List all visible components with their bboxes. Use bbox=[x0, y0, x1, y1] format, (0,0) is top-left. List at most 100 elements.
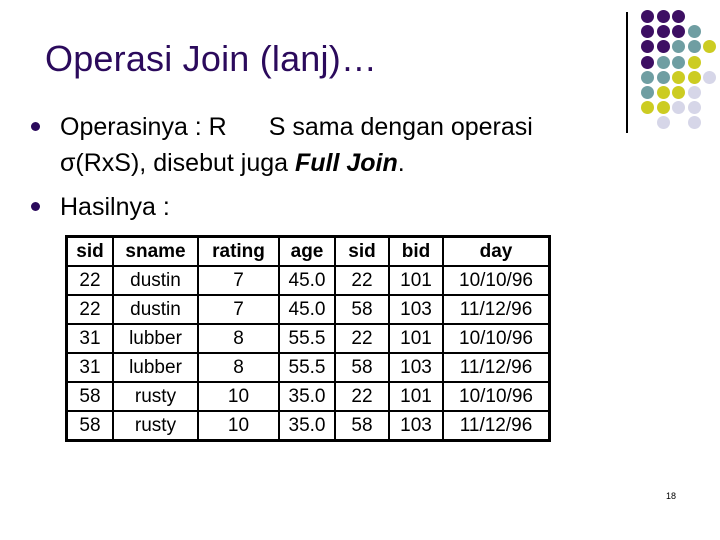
cell-sid-2: 22 bbox=[334, 381, 390, 412]
decor-dot-purple bbox=[641, 55, 654, 69]
table-row: 31 lubber 8 55.5 22 101 10/10/96 bbox=[65, 323, 551, 354]
decor-dot-yellow bbox=[672, 70, 685, 84]
decor-dot-teal bbox=[672, 55, 685, 69]
decor-dot-purple bbox=[641, 40, 654, 54]
cell-sname: dustin bbox=[112, 294, 199, 325]
decor-dot-purple bbox=[656, 40, 670, 54]
decor-dot-purple bbox=[672, 10, 685, 23]
decor-dot-purple bbox=[641, 10, 654, 23]
decor-dot-purple bbox=[656, 25, 670, 39]
bullet-1-line-2: σ(RxS), disebut juga Full Join. bbox=[60, 148, 405, 178]
cell-rating: 8 bbox=[197, 323, 280, 354]
result-table: sid sname rating age sid bid day 22 dusti… bbox=[65, 235, 551, 442]
decor-dot-lavender bbox=[703, 70, 716, 84]
header-age: age bbox=[278, 235, 336, 267]
cell-sid: 31 bbox=[65, 352, 114, 383]
decor-dot-purple bbox=[656, 10, 670, 23]
decorative-vertical-line bbox=[626, 12, 628, 133]
decor-dot-lavender bbox=[687, 101, 701, 115]
page-number: 18 bbox=[666, 491, 677, 501]
decor-dot-yellow bbox=[687, 70, 701, 84]
header-bid: bid bbox=[388, 235, 444, 267]
cell-bid: 101 bbox=[388, 265, 444, 296]
slide-title: Operasi Join (lanj)… bbox=[45, 38, 378, 79]
cell-sid-2: 22 bbox=[334, 265, 390, 296]
cell-day: 10/10/96 bbox=[442, 381, 551, 412]
decor-dot-yellow bbox=[687, 55, 701, 69]
table-row: 22 dustin 7 45.0 22 101 10/10/96 bbox=[65, 265, 551, 296]
cell-rating: 7 bbox=[197, 265, 280, 296]
decor-dot-lavender bbox=[656, 116, 670, 130]
cell-bid: 101 bbox=[388, 323, 444, 354]
decor-dot-yellow bbox=[641, 101, 654, 115]
cell-sname: lubber bbox=[112, 323, 199, 354]
cell-sname: rusty bbox=[112, 381, 199, 412]
header-rating: rating bbox=[197, 235, 280, 267]
decor-dot-purple bbox=[672, 25, 685, 39]
table-row: 58 rusty 10 35.0 22 101 10/10/96 bbox=[65, 381, 551, 412]
bullet-1-line2-post: . bbox=[397, 149, 405, 177]
decor-dot-teal bbox=[672, 40, 685, 54]
cell-bid: 103 bbox=[388, 410, 444, 442]
cell-age: 45.0 bbox=[278, 265, 336, 296]
bullet-dot-icon bbox=[31, 202, 40, 211]
cell-rating: 7 bbox=[197, 294, 280, 325]
table-row: 31 lubber 8 55.5 58 103 11/12/96 bbox=[65, 352, 551, 383]
cell-sid: 58 bbox=[65, 410, 114, 442]
cell-age: 45.0 bbox=[278, 294, 336, 325]
decor-dot-yellow bbox=[656, 101, 670, 115]
decor-dot-yellow bbox=[656, 86, 670, 99]
decor-dot-purple bbox=[641, 25, 654, 39]
cell-rating: 10 bbox=[197, 381, 280, 412]
cell-day: 11/12/96 bbox=[442, 294, 551, 325]
cell-sname: lubber bbox=[112, 352, 199, 383]
cell-bid: 103 bbox=[388, 294, 444, 325]
cell-sid-2: 58 bbox=[334, 410, 390, 442]
decor-dot-teal bbox=[656, 55, 670, 69]
cell-bid: 101 bbox=[388, 381, 444, 412]
bullet-1-line2-pre: σ(RxS), disebut juga bbox=[60, 149, 295, 177]
table-row: 22 dustin 7 45.0 58 103 11/12/96 bbox=[65, 294, 551, 325]
header-sid: sid bbox=[65, 235, 114, 267]
cell-sid: 58 bbox=[65, 381, 114, 412]
cell-age: 35.0 bbox=[278, 410, 336, 442]
decor-dot-teal bbox=[687, 25, 701, 39]
bullet-1-text-pre: Operasinya : R bbox=[60, 113, 227, 141]
cell-day: 11/12/96 bbox=[442, 352, 551, 383]
bullet-2-text: Hasilnya : bbox=[60, 193, 170, 221]
cell-rating: 8 bbox=[197, 352, 280, 383]
decor-dot-lavender bbox=[687, 116, 701, 130]
table-row: 58 rusty 10 35.0 58 103 11/12/96 bbox=[65, 410, 551, 442]
cell-sid-2: 58 bbox=[334, 352, 390, 383]
cell-age: 55.5 bbox=[278, 323, 336, 354]
cell-sid: 31 bbox=[65, 323, 114, 354]
decor-dot-lavender bbox=[672, 101, 685, 115]
cell-age: 35.0 bbox=[278, 381, 336, 412]
cell-rating: 10 bbox=[197, 410, 280, 442]
cell-day: 10/10/96 bbox=[442, 265, 551, 296]
bullet-1-text-post: S sama dengan operasi bbox=[268, 113, 533, 141]
decor-dot-teal bbox=[641, 86, 654, 99]
bullet-dot-icon bbox=[31, 122, 40, 131]
header-day: day bbox=[442, 235, 551, 267]
decor-dot-teal bbox=[656, 70, 670, 84]
full-join-emphasis: Full Join bbox=[294, 149, 398, 177]
cell-age: 55.5 bbox=[278, 352, 336, 383]
decor-dot-lavender bbox=[687, 86, 701, 99]
decor-dot-teal bbox=[687, 40, 701, 54]
header-sid-2: sid bbox=[334, 235, 390, 267]
decor-dot-yellow bbox=[672, 86, 685, 99]
cell-sname: rusty bbox=[112, 410, 199, 442]
cell-sid-2: 22 bbox=[334, 323, 390, 354]
cell-sname: dustin bbox=[112, 265, 199, 296]
cell-sid: 22 bbox=[65, 265, 114, 296]
cell-sid-2: 58 bbox=[334, 294, 390, 325]
cell-bid: 103 bbox=[388, 352, 444, 383]
header-sname: sname bbox=[112, 235, 199, 267]
table-header-row: sid sname rating age sid bid day bbox=[65, 235, 551, 267]
decor-dot-teal bbox=[641, 70, 654, 84]
cell-day: 11/12/96 bbox=[442, 410, 551, 442]
bullet-1-line-1: Operasinya : R S sama dengan operasi bbox=[60, 112, 533, 142]
decor-dot-yellow bbox=[703, 40, 716, 54]
cell-sid: 22 bbox=[65, 294, 114, 325]
